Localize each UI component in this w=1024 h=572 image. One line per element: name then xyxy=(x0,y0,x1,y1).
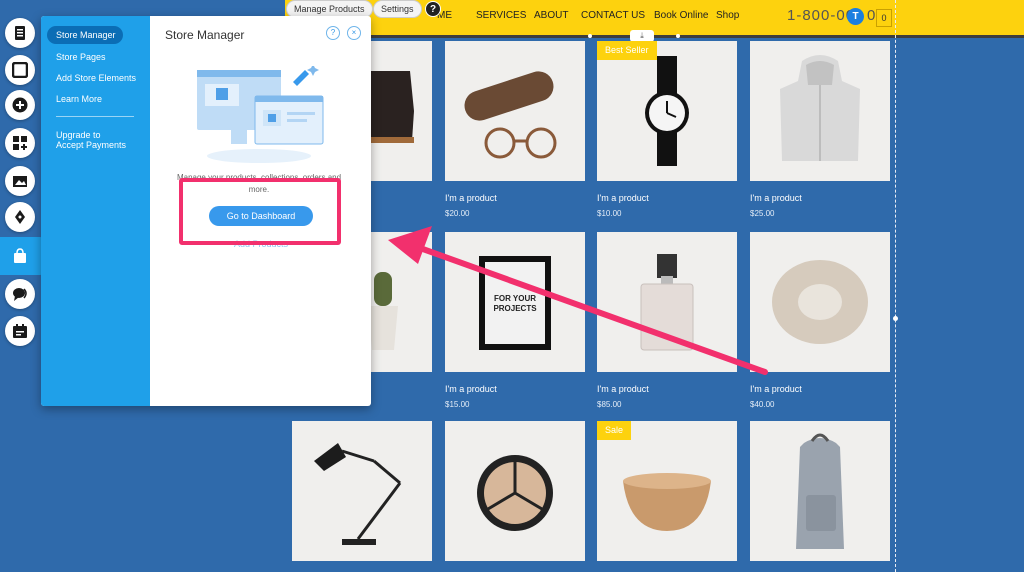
product-image-bowl[interactable]: Sale xyxy=(597,421,737,561)
pages-icon[interactable] xyxy=(5,18,35,48)
nav-item-contact[interactable]: CONTACT US xyxy=(581,10,645,21)
product-name: I'm a product xyxy=(597,193,649,203)
product-card[interactable]: I'm a product $20.00 xyxy=(445,41,585,218)
sidebar-divider xyxy=(56,116,134,117)
product-name: I'm a product xyxy=(750,193,802,203)
poster-text: FOR YOUR PROJECTS xyxy=(493,294,537,313)
background-icon[interactable] xyxy=(5,55,35,85)
phone-number: 1-800-00 xyxy=(787,7,855,24)
product-price: $85.00 xyxy=(597,400,622,409)
product-price: $10.00 xyxy=(597,209,622,218)
product-price: $20.00 xyxy=(445,209,470,218)
media-icon[interactable] xyxy=(5,166,35,196)
editor-left-bar xyxy=(0,0,44,360)
bookings-calendar-icon[interactable] xyxy=(5,316,35,346)
product-name: I'm a product xyxy=(750,384,802,394)
store-bag-icon[interactable] xyxy=(5,241,35,271)
hoodie-image xyxy=(780,55,860,161)
help-icon[interactable]: ? xyxy=(425,1,441,17)
product-card[interactable]: I'm a product $25.00 xyxy=(750,41,890,218)
canvas-boundary-line xyxy=(895,0,896,572)
add-icon[interactable] xyxy=(5,90,35,120)
wooden-bowl-image xyxy=(623,473,711,531)
product-image-watch[interactable]: Best Seller xyxy=(597,41,737,181)
header-divider xyxy=(285,35,1024,38)
nav-item-shop[interactable]: Shop xyxy=(716,10,739,21)
chat-icon[interactable] xyxy=(5,279,35,309)
product-card[interactable]: FOR YOUR PROJECTS I'm a product $15.00 xyxy=(445,232,585,409)
cart-count[interactable]: 0 xyxy=(876,9,892,27)
product-image-scarf[interactable] xyxy=(750,232,890,372)
nav-item-about[interactable]: ABOUT xyxy=(534,10,568,21)
ribbon-sale: Sale xyxy=(597,421,632,440)
selection-handle[interactable] xyxy=(676,34,680,38)
product-card[interactable] xyxy=(750,421,890,561)
panel-title: Store Manager xyxy=(165,28,245,42)
product-name: I'm a product xyxy=(597,384,649,394)
product-card[interactable]: I'm a product $40.00 xyxy=(750,232,890,409)
resize-handle[interactable] xyxy=(893,316,898,321)
add-apps-icon[interactable] xyxy=(5,128,35,158)
product-price: $15.00 xyxy=(445,400,470,409)
makeup-palette-image xyxy=(477,455,553,531)
product-image-lamp[interactable] xyxy=(292,421,432,561)
desk-lamp-image xyxy=(314,443,402,545)
product-price: $25.00 xyxy=(750,209,775,218)
product-image-frame[interactable]: FOR YOUR PROJECTS xyxy=(445,232,585,372)
product-image-hoodie[interactable] xyxy=(750,41,890,181)
product-card[interactable] xyxy=(445,421,585,561)
product-card[interactable]: Sale xyxy=(597,421,737,561)
sidebar-item-store-manager[interactable]: Store Manager xyxy=(56,30,116,40)
selection-handle[interactable] xyxy=(588,34,592,38)
phone-number-text: 1-800-00 xyxy=(787,7,856,24)
glasses-case-image xyxy=(464,71,557,159)
backpack-image xyxy=(796,433,844,549)
phone-number-tail: 0 xyxy=(867,7,876,24)
blog-pen-icon[interactable] xyxy=(5,202,35,232)
store-dashboard-illustration xyxy=(197,66,324,163)
cart-icon-badge[interactable]: T xyxy=(847,8,864,25)
product-price: $40.00 xyxy=(750,400,775,409)
nav-item-book-online[interactable]: Book Online xyxy=(654,10,708,21)
product-card[interactable] xyxy=(292,421,432,561)
product-card[interactable]: Best Seller I'm a product $10.00 xyxy=(597,41,737,218)
product-card[interactable]: I'm a product $85.00 xyxy=(597,232,737,409)
highlight-box xyxy=(179,178,341,245)
panel-close-icon[interactable]: × xyxy=(347,26,361,40)
sidebar-item-learn-more[interactable]: Learn More xyxy=(56,94,102,104)
settings-button[interactable]: Settings xyxy=(373,0,422,18)
sidebar-item-upgrade-line2[interactable]: Accept Payments xyxy=(56,140,126,150)
product-name: I'm a product xyxy=(445,193,497,203)
ribbon-best-seller: Best Seller xyxy=(597,41,657,60)
watch-image xyxy=(645,56,689,166)
perfume-image xyxy=(640,254,694,351)
product-image-palette[interactable] xyxy=(445,421,585,561)
sidebar-item-upgrade-line1[interactable]: Upgrade to xyxy=(56,130,101,140)
panel-help-icon[interactable]: ? xyxy=(326,26,340,40)
sidebar-item-store-pages[interactable]: Store Pages xyxy=(56,52,106,62)
panel-sidebar: Store Manager Store Pages Add Store Elem… xyxy=(41,16,150,406)
scarf-image xyxy=(772,260,868,344)
product-image-perfume[interactable] xyxy=(597,232,737,372)
nav-item-services[interactable]: SERVICES xyxy=(476,10,526,21)
sidebar-item-add-store-elements[interactable]: Add Store Elements xyxy=(56,73,136,83)
product-name: I'm a product xyxy=(445,384,497,394)
product-image-backpack[interactable] xyxy=(750,421,890,561)
product-image-glasses[interactable] xyxy=(445,41,585,181)
